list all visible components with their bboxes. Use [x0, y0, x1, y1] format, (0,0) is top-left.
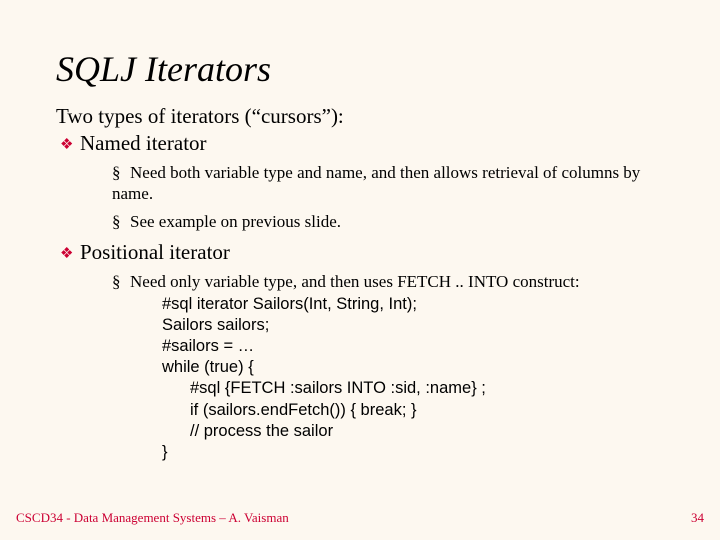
positional-sub-1: §Need only variable type, and then uses …	[56, 271, 664, 292]
slide-number: 34	[691, 510, 704, 526]
code-line: while (true) {	[162, 357, 664, 378]
named-sub-1-text: Need both variable type and name, and th…	[112, 163, 640, 203]
positional-sub-1-text: Need only variable type, and then uses F…	[130, 272, 580, 291]
intro-text: Two types of iterators (“cursors”):	[56, 104, 664, 129]
named-iterator-label: Named iterator	[80, 131, 207, 155]
named-sub-1: §Need both variable type and name, and t…	[56, 162, 664, 205]
code-line: // process the sailor	[162, 421, 664, 442]
bullet-positional-iterator: ❖Positional iterator	[56, 240, 664, 265]
code-line: if (sailors.endFetch()) { break; }	[162, 400, 664, 421]
code-line: }	[162, 442, 664, 463]
code-block: #sql iterator Sailors(Int, String, Int);…	[56, 294, 664, 463]
bullet-named-iterator: ❖Named iterator	[56, 131, 664, 156]
positional-iterator-label: Positional iterator	[80, 240, 230, 264]
code-line: #sailors = …	[162, 336, 664, 357]
code-line: #sql iterator Sailors(Int, String, Int);	[162, 294, 664, 315]
slide-title: SQLJ Iterators	[56, 48, 664, 90]
code-line: Sailors sailors;	[162, 315, 664, 336]
square-icon: §	[112, 162, 130, 183]
diamond-icon: ❖	[60, 135, 80, 154]
named-sub-2: §See example on previous slide.	[56, 211, 664, 232]
square-icon: §	[112, 271, 130, 292]
footer-left: CSCD34 - Data Management Systems – A. Va…	[16, 510, 289, 526]
code-line: #sql {FETCH :sailors INTO :sid, :name} ;	[162, 378, 664, 399]
square-icon: §	[112, 211, 130, 232]
diamond-icon: ❖	[60, 244, 80, 263]
named-sub-2-text: See example on previous slide.	[130, 212, 341, 231]
footer: CSCD34 - Data Management Systems – A. Va…	[16, 510, 704, 526]
